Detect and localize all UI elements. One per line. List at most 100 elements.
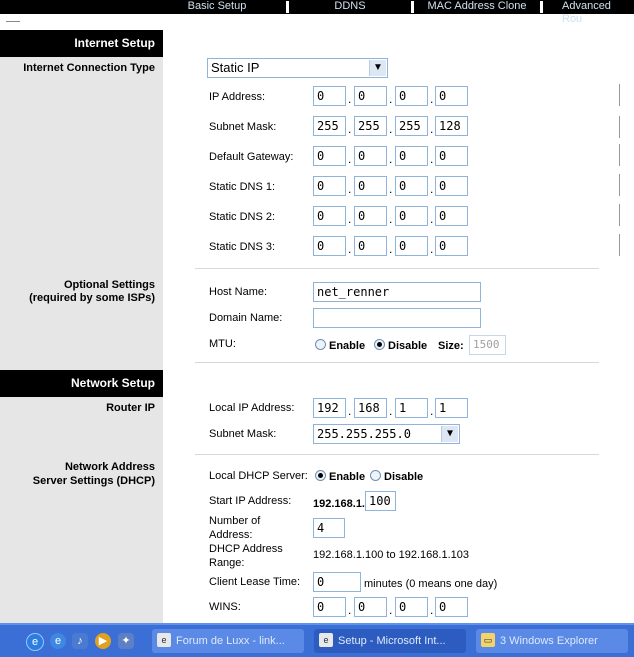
tab-basic-setup[interactable]: Basic Setup — [163, 0, 271, 14]
wins-octet-3[interactable]: 0 — [395, 597, 428, 617]
default-gateway-label: Default Gateway: — [209, 151, 294, 163]
static-dns-2-octet-4[interactable]: 0 — [435, 206, 468, 226]
label-router-ip: Router IP — [106, 402, 155, 414]
scroll-marker — [619, 234, 633, 256]
ip-address-octet-1[interactable]: 0 — [313, 86, 346, 106]
mtu-size-input[interactable]: 1500 — [469, 335, 506, 355]
host-name-input[interactable]: net_renner — [313, 282, 481, 302]
media-icon[interactable]: ♪ — [72, 633, 88, 649]
local-ip-octet-1[interactable]: 192 — [313, 398, 346, 418]
static-dns-1-octet-2[interactable]: 0 — [354, 176, 387, 196]
ip-address-octet-2[interactable]: 0 — [354, 86, 387, 106]
dhcp-range-label-2: Range: — [209, 557, 245, 569]
static-dns-3-octet-3[interactable]: 0 — [395, 236, 428, 256]
tab-ddns[interactable]: DDNS — [300, 0, 400, 14]
static-dns-1-octet-4[interactable]: 0 — [435, 176, 468, 196]
tab-mac-address-clone[interactable]: MAC Address Clone — [418, 0, 536, 14]
octet-separator: . — [348, 212, 352, 226]
octet-separator: . — [430, 242, 434, 256]
subnet-mask-label: Subnet Mask: — [209, 121, 277, 133]
scroll-marker — [619, 116, 633, 138]
nav-separator — [286, 1, 289, 13]
section-network-setup: Network Setup — [0, 370, 163, 397]
lease-time-note: minutes (0 means one day) — [364, 578, 498, 590]
static-dns-2-octet-2[interactable]: 0 — [354, 206, 387, 226]
default-gateway-octet-3[interactable]: 0 — [395, 146, 428, 166]
local-ip-octet-4[interactable]: 1 — [435, 398, 468, 418]
static-dns-2-octet-3[interactable]: 0 — [395, 206, 428, 226]
octet-separator: . — [430, 152, 434, 166]
dhcp-enable-radio[interactable] — [315, 470, 326, 481]
static-dns-1-label: Static DNS 1: — [209, 181, 276, 193]
wins-octet-2[interactable]: 0 — [354, 597, 387, 617]
start-ip-input[interactable]: 100 — [365, 491, 396, 511]
taskbar-button-label: 3 Windows Explorer — [500, 635, 598, 647]
default-gateway-octet-4[interactable]: 0 — [435, 146, 468, 166]
wins-octet-1[interactable]: 0 — [313, 597, 346, 617]
browser-icon[interactable]: e — [50, 633, 66, 649]
ip-address-octet-4[interactable]: 0 — [435, 86, 468, 106]
static-dns-1-octet-1[interactable]: 0 — [313, 176, 346, 196]
octet-separator: . — [389, 212, 393, 226]
ip-address-octet-3[interactable]: 0 — [395, 86, 428, 106]
connection-type-select[interactable]: Static IP ▼ — [207, 58, 388, 78]
octet-separator: . — [348, 152, 352, 166]
top-left-strip — [0, 14, 163, 30]
number-of-address-input[interactable]: 4 — [313, 518, 345, 538]
taskbar-button-forum[interactable]: e Forum de Luxx - link... — [152, 629, 304, 653]
browser-window-icon: e — [319, 633, 333, 647]
static-dns-3-octet-1[interactable]: 0 — [313, 236, 346, 256]
static-dns-3-octet-4[interactable]: 0 — [435, 236, 468, 256]
scroll-marker — [619, 144, 633, 166]
octet-separator: . — [348, 603, 352, 617]
lease-time-input[interactable]: 0 — [313, 572, 361, 592]
nav-separator — [411, 1, 414, 13]
octet-separator: . — [430, 92, 434, 106]
octet-separator: . — [348, 242, 352, 256]
subnet-mask-octet-3[interactable]: 255 — [395, 116, 428, 136]
subnet-mask-octet-1[interactable]: 255 — [313, 116, 346, 136]
domain-name-input[interactable] — [313, 308, 481, 328]
label-network-address: Network Address — [64, 461, 155, 473]
nav-separator — [540, 1, 543, 13]
scroll-marker — [619, 204, 633, 226]
local-ip-octet-3[interactable]: 1 — [395, 398, 428, 418]
static-dns-3-octet-2[interactable]: 0 — [354, 236, 387, 256]
local-ip-label: Local IP Address: — [209, 402, 295, 414]
local-ip-octet-2[interactable]: 168 — [354, 398, 387, 418]
tab-advanced-routing[interactable]: Advanced Rou — [546, 0, 634, 25]
divider — [6, 21, 20, 22]
subnet-mask-octet-4[interactable]: 128 — [435, 116, 468, 136]
dhcp-range-label-1: DHCP Address — [209, 543, 283, 555]
subnet-mask-octet-2[interactable]: 255 — [354, 116, 387, 136]
octet-separator: . — [348, 404, 352, 418]
static-dns-2-octet-1[interactable]: 0 — [313, 206, 346, 226]
router-subnet-mask-select[interactable]: 255.255.255.0 ▼ — [313, 424, 460, 444]
internet-explorer-icon[interactable]: e — [26, 633, 44, 651]
default-gateway-octet-1[interactable]: 0 — [313, 146, 346, 166]
media-player-icon[interactable]: ▶ — [95, 633, 111, 649]
static-dns-1-octet-3[interactable]: 0 — [395, 176, 428, 196]
taskbar-button-setup[interactable]: e Setup - Microsoft Int... — [314, 629, 466, 653]
messenger-icon[interactable]: ✦ — [118, 633, 134, 649]
octet-separator: . — [389, 603, 393, 617]
taskbar-button-label: Setup - Microsoft Int... — [338, 635, 446, 647]
dhcp-disable-radio[interactable] — [370, 470, 381, 481]
default-gateway-octet-2[interactable]: 0 — [354, 146, 387, 166]
dhcp-range-value: 192.168.1.100 to 192.168.1.103 — [313, 549, 469, 561]
chevron-down-icon[interactable]: ▼ — [369, 60, 386, 76]
mtu-disable-radio[interactable] — [374, 339, 385, 350]
start-ip-label: Start IP Address: — [209, 495, 292, 507]
label-dhcp-server-settings: Server Settings (DHCP) — [32, 475, 155, 487]
octet-separator: . — [348, 122, 352, 136]
mtu-enable-radio[interactable] — [315, 339, 326, 350]
label-required-by-isps: (required by some ISPs) — [29, 292, 155, 304]
octet-separator: . — [389, 122, 393, 136]
taskbar-button-explorer[interactable]: ▭ 3 Windows Explorer — [476, 629, 628, 653]
label-optional-settings: Optional Settings — [63, 279, 155, 291]
octet-separator: . — [348, 92, 352, 106]
chevron-down-icon[interactable]: ▼ — [441, 426, 458, 442]
wins-octet-4[interactable]: 0 — [435, 597, 468, 617]
wins-label: WINS: — [209, 601, 241, 613]
dhcp-disable-label: Disable — [384, 471, 424, 483]
